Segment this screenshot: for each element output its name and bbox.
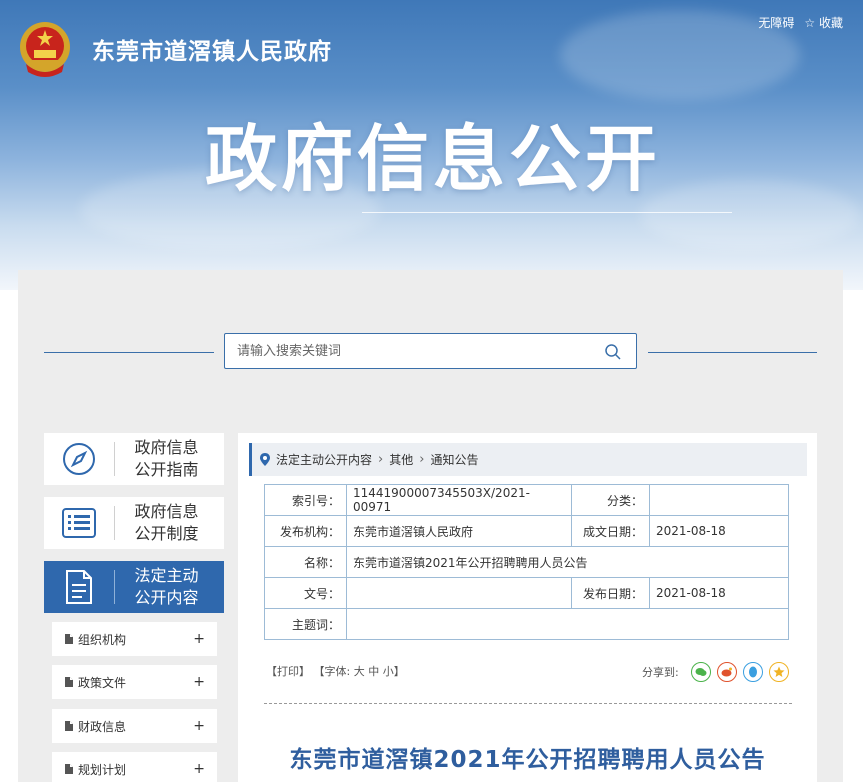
qzone-icon[interactable] — [768, 662, 789, 682]
site-name[interactable]: 东莞市道滘镇人民政府 — [92, 32, 332, 66]
file-icon — [65, 677, 73, 687]
banner-cloud — [640, 180, 860, 250]
share-label: 分享到: — [642, 666, 679, 679]
metadata-table: 索引号： 11441900007345503X/2021-00971 分类： 发… — [264, 484, 789, 640]
sidebar-card-statutory[interactable]: 法定主动 公开内容 — [44, 561, 224, 613]
meta-value: 东莞市道滘镇2021年公开招聘聘用人员公告 — [346, 546, 789, 578]
sidebar-item-label: 规划计划 — [78, 762, 127, 777]
meta-key: 发布机构： — [264, 515, 347, 547]
qq-icon[interactable] — [742, 662, 763, 682]
sidebar-card-system[interactable]: 政府信息 公开制度 — [44, 497, 224, 549]
label-line: 公开内容 — [134, 588, 199, 607]
expand-icon[interactable]: + — [193, 718, 205, 734]
national-emblem-icon — [20, 22, 70, 77]
sidebar-item-label: 政策文件 — [78, 675, 127, 690]
search-decor-line-left — [44, 352, 214, 353]
meta-key: 文号： — [264, 577, 347, 609]
meta-value — [346, 577, 572, 609]
expand-icon[interactable]: + — [193, 761, 205, 777]
card-icon-wrap — [44, 433, 114, 485]
meta-key: 名称： — [264, 546, 347, 578]
expand-icon[interactable]: + — [193, 631, 205, 647]
share-bar: 分享到: — [642, 662, 789, 682]
meta-key: 成文日期： — [571, 515, 650, 547]
print-button[interactable]: 【打印】 — [266, 665, 310, 678]
meta-key: 索引号： — [264, 484, 347, 516]
card-icon-wrap — [44, 497, 114, 549]
article-title: 东莞市道滘镇2021年公开招聘聘用人员公告 — [289, 747, 766, 773]
header-banner: 东莞市道滘镇人民政府 无障碍 ☆ 收藏 政府信息公开 — [0, 0, 863, 290]
sidebar-item-organization[interactable]: 组织机构 + — [52, 622, 217, 656]
search-decor-line-right — [648, 352, 817, 353]
breadcrumb-item[interactable]: 通知公告 — [430, 451, 478, 468]
banner-divider — [362, 212, 732, 213]
font-small-button[interactable]: 小 — [383, 665, 394, 678]
favorite-link[interactable]: ☆ 收藏 — [804, 14, 843, 31]
weibo-icon[interactable] — [716, 662, 737, 682]
breadcrumb-item[interactable]: 其他 — [389, 451, 413, 468]
sidebar-item-policy[interactable]: 政策文件 + — [52, 665, 217, 699]
table-row: 名称： 东莞市道滘镇2021年公开招聘聘用人员公告 — [264, 546, 789, 578]
sidebar-item-finance[interactable]: 财政信息 + — [52, 709, 217, 743]
meta-key: 发布日期： — [571, 577, 650, 609]
card-icon-wrap — [44, 561, 114, 613]
label-line: 公开制度 — [134, 524, 199, 543]
sidebar-card-guide[interactable]: 政府信息 公开指南 — [44, 433, 224, 485]
breadcrumb-separator: › — [378, 452, 384, 467]
meta-value — [649, 484, 789, 516]
sidebar-card-label: 政府信息 公开制度 — [115, 501, 224, 545]
sidebar-item-label: 财政信息 — [78, 719, 127, 734]
breadcrumb-item[interactable]: 法定主动公开内容 — [276, 451, 372, 468]
meta-value: 东莞市道滘镇人民政府 — [346, 515, 572, 547]
banner-title: 政府信息公开 — [205, 117, 662, 201]
compass-icon — [63, 443, 95, 475]
meta-key: 分类： — [571, 484, 650, 516]
expand-icon[interactable]: + — [193, 674, 205, 690]
sidebar-card-label: 法定主动 公开内容 — [115, 565, 224, 609]
label-line: 政府信息 — [134, 438, 199, 457]
article-tools: 【打印】 【字体: 大 中 小】 — [266, 663, 405, 679]
search-box — [224, 333, 637, 369]
breadcrumb-separator: › — [419, 452, 425, 467]
table-row: 主题词： — [264, 608, 789, 640]
file-icon — [65, 634, 73, 644]
meta-key: 主题词： — [264, 608, 347, 640]
meta-value: 2021-08-18 — [649, 515, 789, 547]
font-large-button[interactable]: 大 — [354, 665, 365, 678]
sidebar-item-planning[interactable]: 规划计划 + — [52, 752, 217, 782]
location-pin-icon — [260, 453, 270, 466]
table-row: 发布机构： 东莞市道滘镇人民政府 成文日期： 2021-08-18 — [264, 515, 789, 547]
wechat-icon[interactable] — [690, 662, 711, 682]
sidebar-item-label: 组织机构 — [78, 632, 127, 647]
top-links: 无障碍 ☆ 收藏 — [758, 14, 843, 31]
list-icon — [62, 508, 96, 538]
meta-value: 11441900007345503X/2021-00971 — [346, 484, 572, 516]
font-medium-button[interactable]: 中 — [368, 665, 379, 678]
breadcrumb: 法定主动公开内容 › 其他 › 通知公告 — [249, 443, 807, 476]
meta-value: 2021-08-18 — [649, 577, 789, 609]
document-icon — [66, 570, 92, 604]
file-icon — [65, 721, 73, 731]
file-icon — [65, 764, 73, 774]
label-line: 政府信息 — [134, 502, 199, 521]
table-row: 索引号： 11441900007345503X/2021-00971 分类： — [264, 484, 789, 516]
table-row: 文号： 发布日期： 2021-08-18 — [264, 577, 789, 609]
label-line: 公开指南 — [134, 460, 199, 479]
search-input[interactable] — [225, 334, 585, 368]
font-suffix: 】 — [393, 665, 405, 678]
accessibility-link[interactable]: 无障碍 — [758, 14, 794, 31]
label-line: 法定主动 — [134, 566, 199, 585]
content-divider — [264, 703, 792, 704]
sidebar-card-label: 政府信息 公开指南 — [115, 437, 224, 481]
search-icon[interactable] — [604, 343, 622, 361]
font-prefix: 【字体: — [313, 665, 351, 678]
meta-value — [346, 608, 789, 640]
